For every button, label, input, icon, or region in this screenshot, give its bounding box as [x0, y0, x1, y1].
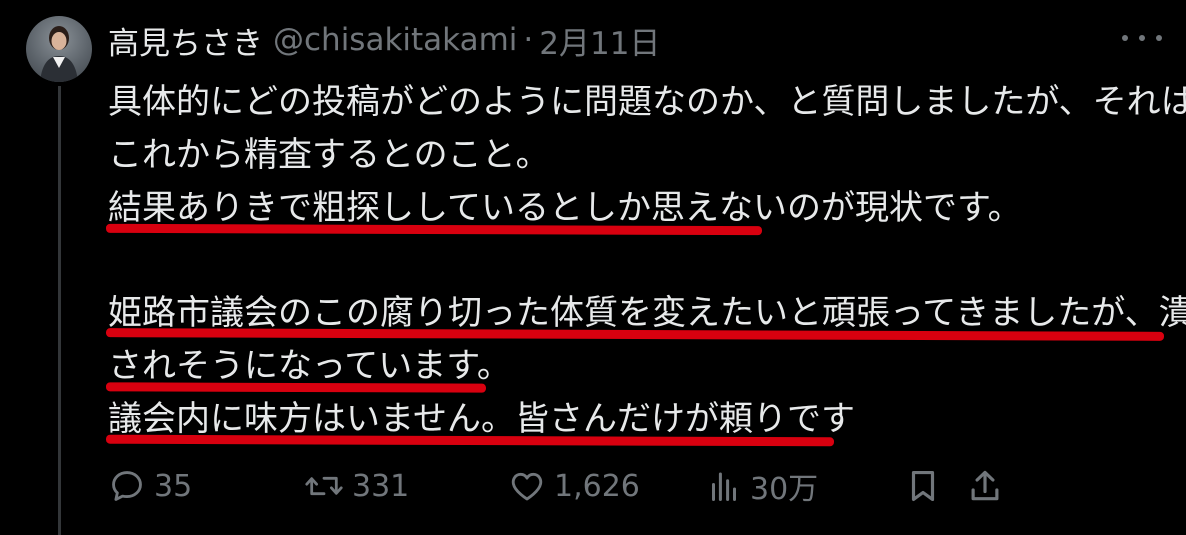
repost-count: 331	[352, 468, 410, 504]
more-dots-icon[interactable]	[1122, 24, 1162, 52]
post-line: されそうになっています。	[105, 340, 1173, 393]
view-count: 30万	[750, 472, 819, 507]
like-button[interactable]: 1,626	[508, 462, 640, 510]
red-underline	[105, 382, 487, 393]
heart-icon	[511, 472, 543, 501]
red-underline	[105, 223, 763, 235]
post-line: 議会内に味方はいません。皆さんだけが頼りです	[105, 393, 1173, 447]
post-line-text: 結果ありきで粗探ししているとしか思えないのが現状です。	[108, 187, 1022, 228]
reply-button[interactable]: 35	[108, 462, 192, 510]
share-button[interactable]	[966, 462, 1004, 510]
post-line-text: 議会内に味方はいません。皆さんだけが頼りです	[108, 398, 855, 439]
post-line: 結果ありきで粗探ししているとしか思えないのが現状です。	[105, 182, 1173, 235]
red-underline	[105, 434, 835, 447]
dot	[1122, 35, 1128, 41]
post-body: 具体的にどの投稿がどのように問題なのか、と質問しましたが、それは これから精査す…	[105, 76, 1186, 447]
user-handle[interactable]: @chisakitakami	[273, 22, 517, 58]
thread-line	[58, 86, 61, 535]
repost-button[interactable]: 331	[304, 462, 409, 510]
bar-chart-icon	[712, 472, 736, 501]
reply-bubble-icon	[112, 471, 142, 501]
views-button[interactable]: 30万	[706, 462, 818, 510]
post-line-text: されそうになっています。	[108, 345, 511, 386]
like-count: 1,626	[554, 468, 640, 504]
post-line: 具体的にどの投稿がどのように問題なのか、と質問しましたが、それは	[108, 82, 1186, 122]
bookmark-icon	[911, 470, 935, 502]
repost-arrows-icon	[305, 476, 343, 496]
post-line: これから精査するとのこと。	[108, 134, 550, 175]
post-line	[108, 234, 1173, 287]
reply-count: 35	[154, 468, 193, 504]
post-line: 姫路市議会のこの腐り切った体質を変えたいと頑張ってきましたが、潰	[105, 287, 1186, 342]
post-header: 高見ちさき @chisakitakami · 2月11日	[108, 18, 660, 62]
post-line-text: 姫路市議会のこの腐り切った体質を変えたいと頑張ってきましたが、潰	[108, 293, 1186, 334]
action-bar: 35 331 1,626 30万	[108, 462, 1008, 510]
avatar-photo-icon	[40, 26, 78, 82]
dot	[1156, 35, 1162, 41]
display-name[interactable]: 高見ちさき	[108, 18, 263, 63]
dot	[1139, 35, 1145, 41]
share-upload-icon	[971, 470, 999, 501]
separator-dot: ·	[523, 22, 534, 58]
bookmark-button[interactable]	[904, 462, 942, 510]
avatar[interactable]	[26, 16, 92, 82]
post-date[interactable]: 2月11日	[539, 18, 660, 63]
